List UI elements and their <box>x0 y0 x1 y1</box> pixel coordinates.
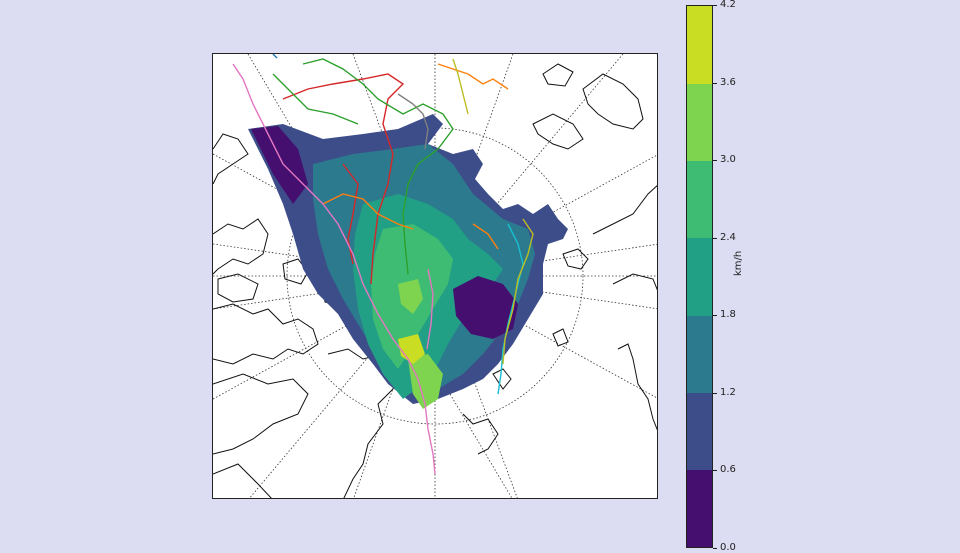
colorbar-tick-label: 1.2 <box>720 386 736 398</box>
colorbar-band <box>687 83 712 162</box>
polar-map <box>213 54 657 498</box>
colorbar-unit-label: km/h <box>733 250 744 276</box>
colorbar-tick-label: 2.4 <box>720 231 736 243</box>
colorbar-band <box>687 160 712 239</box>
colorbar-tick-mark <box>713 315 717 317</box>
colorbar-tick-mark <box>713 5 717 6</box>
colorbar-tick-label: 3.6 <box>720 76 736 88</box>
colorbar-tick-label: 0.0 <box>720 542 736 553</box>
colorbar <box>686 5 713 548</box>
colorbar-tick-mark <box>713 470 717 472</box>
colorbar-band <box>687 237 712 316</box>
colorbar-band <box>687 6 712 84</box>
colorbar-band <box>687 315 712 393</box>
colorbar-tick-mark <box>713 237 717 239</box>
colorbar-band <box>687 392 712 471</box>
colorbar-band <box>687 469 712 548</box>
colorbar-tick-mark <box>713 82 717 84</box>
colorbar-tick-label: 3.0 <box>720 154 736 166</box>
track-blue <box>272 54 278 59</box>
map-panel <box>212 53 658 499</box>
colorbar-tick-mark <box>713 548 717 549</box>
speed-field <box>248 114 568 409</box>
colorbar-tick-label: 1.8 <box>720 309 736 321</box>
colorbar-tick-label: 4.2 <box>720 0 736 10</box>
colorbar-tick-mark <box>713 392 717 394</box>
colorbar-tick-mark <box>713 160 717 162</box>
colorbar-tick-label: 0.6 <box>720 464 736 476</box>
